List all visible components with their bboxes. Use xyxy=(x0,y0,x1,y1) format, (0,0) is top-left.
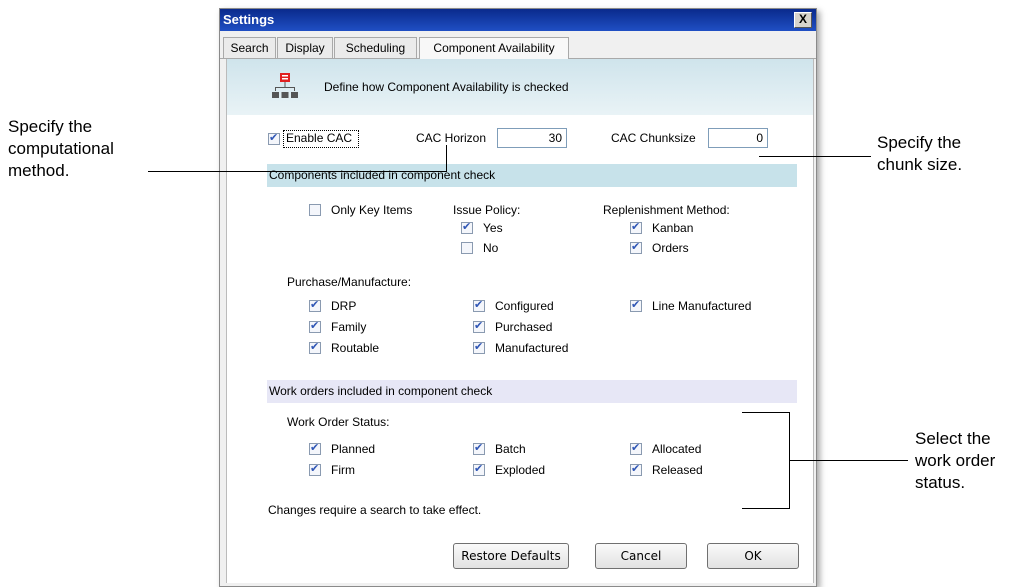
tab-scheduling[interactable]: Scheduling xyxy=(334,37,417,58)
drp-checkbox[interactable] xyxy=(309,298,321,312)
allocated-label: Allocated xyxy=(652,442,702,456)
header-description: Define how Component Availability is che… xyxy=(324,80,569,94)
released-checkbox[interactable] xyxy=(630,462,642,476)
manufactured-label: Manufactured xyxy=(495,341,569,355)
cac-chunksize-input[interactable]: 0 xyxy=(708,128,768,148)
cancel-button[interactable]: Cancel xyxy=(595,543,687,569)
batch-label: Batch xyxy=(495,442,526,456)
planned-checkbox[interactable] xyxy=(309,441,321,455)
enable-cac-checkbox[interactable] xyxy=(268,131,280,145)
callout-work-order-status: Select the work order status. xyxy=(915,428,995,494)
tab-display[interactable]: Display xyxy=(277,37,333,58)
purchase-manufacture-label: Purchase/Manufacture: xyxy=(287,275,412,289)
callout-line: work order xyxy=(915,451,996,470)
cac-chunksize-label: CAC Chunksize xyxy=(611,131,696,145)
callout-computational-method: Specify the computational method. xyxy=(8,116,114,182)
callout-line: Specify the xyxy=(8,117,93,136)
routable-label: Routable xyxy=(331,341,380,355)
drp-label: DRP xyxy=(331,299,357,313)
work-orders-section-header: Work orders included in component check xyxy=(267,380,797,403)
replenishment-method-label: Replenishment Method: xyxy=(603,203,730,217)
exploded-checkbox[interactable] xyxy=(473,462,485,476)
firm-label: Firm xyxy=(331,463,355,477)
only-key-items-label: Only Key Items xyxy=(331,203,413,217)
callout-line: chunk size. xyxy=(877,155,963,174)
firm-checkbox[interactable] xyxy=(309,462,321,476)
only-key-items-checkbox[interactable] xyxy=(309,204,321,216)
cac-horizon-input[interactable]: 30 xyxy=(497,128,567,148)
family-label: Family xyxy=(331,320,367,334)
replenishment-kanban-checkbox[interactable] xyxy=(630,220,642,234)
callout-line: Select the xyxy=(915,429,991,448)
purchased-label: Purchased xyxy=(495,320,553,334)
callout-line: method. xyxy=(8,161,70,180)
line-manufactured-checkbox[interactable] xyxy=(630,298,642,312)
line-manufactured-label: Line Manufactured xyxy=(652,299,752,313)
leader-computational-v xyxy=(446,145,447,172)
released-label: Released xyxy=(652,463,703,477)
replenishment-orders-label: Orders xyxy=(652,241,689,255)
leader-computational-h xyxy=(148,171,447,172)
issue-policy-yes-checkbox[interactable] xyxy=(461,220,473,234)
exploded-label: Exploded xyxy=(495,463,546,477)
purchased-checkbox[interactable] xyxy=(473,319,485,333)
work-order-status-label: Work Order Status: xyxy=(287,415,390,429)
issue-policy-no-checkbox[interactable] xyxy=(461,242,473,254)
family-checkbox[interactable] xyxy=(309,319,321,333)
close-button[interactable]: X xyxy=(794,12,812,28)
issue-policy-yes-label: Yes xyxy=(483,221,503,235)
bracket-top xyxy=(742,412,790,413)
callout-line: Specify the xyxy=(877,133,962,152)
manufactured-checkbox[interactable] xyxy=(473,340,485,354)
callout-line: status. xyxy=(915,473,966,492)
restore-defaults-button[interactable]: Restore Defaults xyxy=(453,543,569,569)
planned-label: Planned xyxy=(331,442,376,456)
replenishment-kanban-label: Kanban xyxy=(652,221,694,235)
ok-button[interactable]: OK xyxy=(707,543,799,569)
hierarchy-icon xyxy=(272,73,298,98)
batch-checkbox[interactable] xyxy=(473,441,485,455)
components-section-header: Components included in component check xyxy=(267,164,797,187)
leader-chunk-h xyxy=(759,156,871,157)
leader-status-h xyxy=(790,460,908,461)
configured-label: Configured xyxy=(495,299,554,313)
replenishment-orders-checkbox[interactable] xyxy=(630,240,642,254)
component-availability-panel: Define how Component Availability is che… xyxy=(226,59,814,583)
tab-search[interactable]: Search xyxy=(223,37,276,58)
tab-component-availability[interactable]: Component Availability xyxy=(419,37,569,59)
cac-horizon-label: CAC Horizon xyxy=(416,131,487,145)
settings-dialog: Settings X Search Display Scheduling Com… xyxy=(219,8,817,587)
enable-cac-label: Enable CAC xyxy=(286,131,353,145)
configured-checkbox[interactable] xyxy=(473,298,485,312)
title-bar[interactable]: Settings X xyxy=(220,9,816,31)
allocated-checkbox[interactable] xyxy=(630,441,642,455)
routable-checkbox[interactable] xyxy=(309,340,321,354)
bracket-bottom xyxy=(742,508,790,509)
callout-line: computational xyxy=(8,139,114,158)
issue-policy-label: Issue Policy: xyxy=(453,203,521,217)
callout-chunk-size: Specify the chunk size. xyxy=(877,132,962,176)
header-band: Define how Component Availability is che… xyxy=(227,59,813,115)
issue-policy-no-label: No xyxy=(483,241,499,255)
changes-note: Changes require a search to take effect. xyxy=(268,503,482,517)
dialog-title: Settings xyxy=(223,12,275,27)
